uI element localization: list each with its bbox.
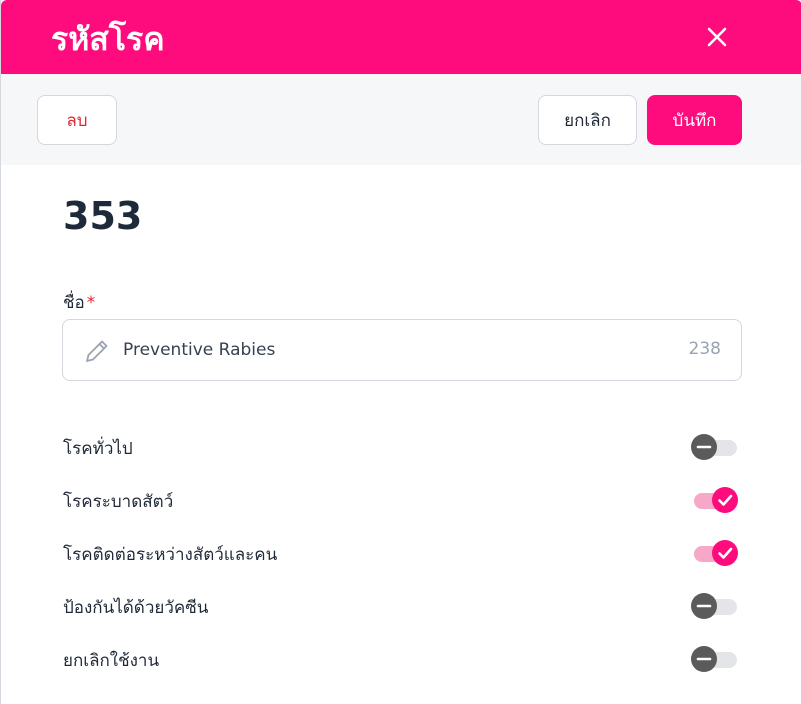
minus-icon [696,604,712,608]
disease-code-dialog: รหัสโรค ลบ ยกเลิก บันทึก 353 ชื่อ* 238 โ… [0,0,801,704]
required-mark: * [86,293,96,313]
minus-icon [696,657,712,661]
toggle-label: โรคทั่วไป [63,439,133,459]
zoonotic-toggle[interactable] [691,540,739,566]
toggle-label: โรคติดต่อระหว่างสัตว์และคน [63,545,278,565]
toggle-label: โรคระบาดสัตว์ [63,492,174,512]
action-toolbar: ลบ ยกเลิก บันทึก [1,74,801,165]
toggle-label: ป้องกันได้ด้วยวัคซีน [63,598,209,618]
name-field-label: ชื่อ * [63,289,95,316]
epidemic-toggle[interactable] [691,487,739,513]
pencil-icon [83,337,111,365]
check-icon [718,494,733,506]
toggle-knob [712,540,738,566]
dialog-title: รหัสโรค [51,20,165,58]
toggle-row-epidemic: โรคระบาดสัตว์ [63,484,743,514]
toggle-knob [712,487,738,513]
general-disease-toggle[interactable] [691,434,739,460]
close-icon[interactable] [701,22,733,54]
toggle-knob [691,434,717,460]
name-label-text: ชื่อ [63,293,85,313]
delete-button[interactable]: ลบ [37,95,117,145]
toggle-knob [691,593,717,619]
char-count: 238 [688,339,721,359]
check-icon [718,547,733,559]
toggle-row-vaccine-preventable: ป้องกันได้ด้วยวัคซีน [63,590,743,620]
toggle-label: ยกเลิกใช้งาน [63,651,160,671]
name-field[interactable]: 238 [62,319,742,381]
name-input[interactable] [123,320,663,380]
minus-icon [696,445,712,449]
cancel-button[interactable]: ยกเลิก [538,95,637,145]
inactive-toggle[interactable] [691,646,739,672]
toggle-knob [691,646,717,672]
save-button[interactable]: บันทึก [647,95,742,145]
toggle-row-inactive: ยกเลิกใช้งาน [63,643,743,673]
toggle-row-general-disease: โรคทั่วไป [63,431,743,461]
toggle-row-zoonotic: โรคติดต่อระหว่างสัตว์และคน [63,537,743,567]
record-id: 353 [63,194,143,238]
vaccine-preventable-toggle[interactable] [691,593,739,619]
dialog-header: รหัสโรค [1,0,801,74]
